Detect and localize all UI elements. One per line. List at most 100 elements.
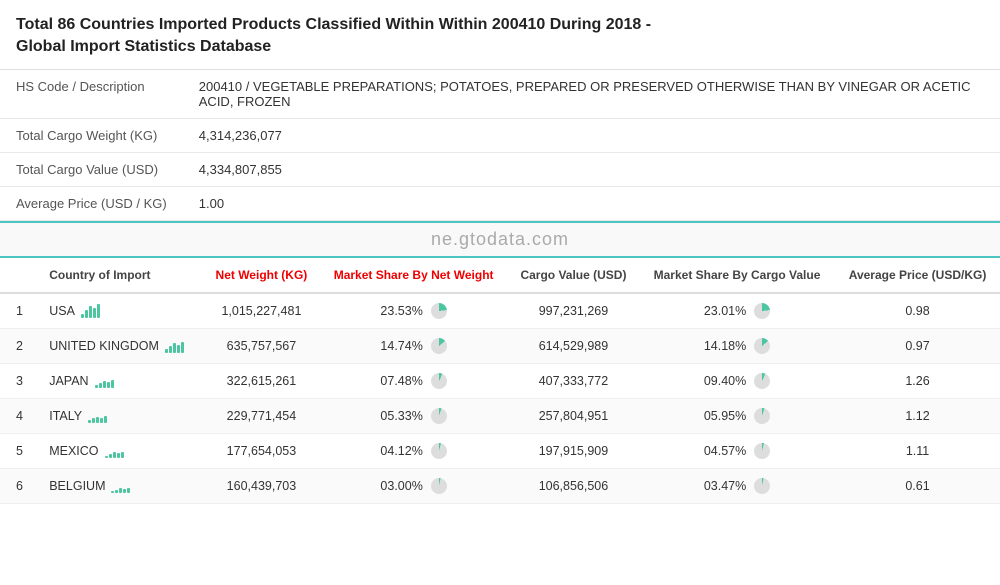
info-row: Total Cargo Value (USD) 4,334,807,855 [0,152,1000,186]
table-row: 4 ITALY 229,771,454 05.33% 257,804,951 0… [0,398,1000,433]
col-header-1: Country of Import [33,258,203,293]
pie-chart-weight-icon[interactable] [431,373,447,389]
page-header: Total 86 Countries Imported Products Cla… [0,0,1000,70]
bar-chart-icon[interactable] [95,374,114,388]
market-share-weight: 04.12% [319,433,508,468]
pie-chart-cargo-icon[interactable] [754,478,770,494]
net-weight: 635,757,567 [204,328,320,363]
market-share-cargo-value: 23.01% [704,304,746,318]
col-header-3: Market Share By Net Weight [319,258,508,293]
info-value: 4,314,236,077 [183,118,1000,152]
bar-chart-icon[interactable] [105,444,124,458]
data-section: Country of ImportNet Weight (KG)Market S… [0,258,1000,504]
country-label: ITALY [49,409,82,423]
pie-chart-weight-icon[interactable] [431,303,447,319]
info-value: 4,334,807,855 [183,152,1000,186]
pie-chart-weight-icon[interactable] [431,408,447,424]
row-number: 3 [0,363,33,398]
table-row: 5 MEXICO 177,654,053 04.12% 197,915,909 … [0,433,1000,468]
bar-chart-icon[interactable] [111,479,130,493]
pie-chart-cargo-icon[interactable] [754,443,770,459]
avg-price: 1.26 [835,363,1000,398]
market-share-cargo-value: 09.40% [704,374,746,388]
pie-chart-cargo-icon[interactable] [754,373,770,389]
col-header-4: Cargo Value (USD) [508,258,639,293]
market-share-weight-value: 23.53% [380,304,422,318]
col-header-0 [0,258,33,293]
row-number: 5 [0,433,33,468]
table-row: 3 JAPAN 322,615,261 07.48% 407,333,772 0… [0,363,1000,398]
bar-chart-icon[interactable] [165,339,184,353]
info-label: Total Cargo Weight (KG) [0,118,183,152]
market-share-cargo-value: 14.18% [704,339,746,353]
cargo-value: 997,231,269 [508,293,639,329]
pie-chart-cargo-icon[interactable] [754,408,770,424]
info-row: Average Price (USD / KG) 1.00 [0,186,1000,220]
market-share-cargo-value: 05.95% [704,409,746,423]
info-row: HS Code / Description 200410 / VEGETABLE… [0,70,1000,119]
pie-chart-weight-icon[interactable] [431,478,447,494]
table-row: 2 UNITED KINGDOM 635,757,567 14.74% 614,… [0,328,1000,363]
country-label: JAPAN [49,374,88,388]
info-value: 1.00 [183,186,1000,220]
country-name: UNITED KINGDOM [33,328,203,363]
market-share-cargo: 04.57% [639,433,835,468]
market-share-weight-value: 05.33% [380,409,422,423]
market-share-cargo-value: 04.57% [704,444,746,458]
pie-chart-weight-icon[interactable] [431,338,447,354]
country-name: USA [33,293,203,329]
avg-price: 1.12 [835,398,1000,433]
market-share-weight-value: 14.74% [380,339,422,353]
bar-chart-icon[interactable] [81,304,100,318]
market-share-weight: 14.74% [319,328,508,363]
market-share-cargo: 14.18% [639,328,835,363]
net-weight: 1,015,227,481 [204,293,320,329]
pie-chart-cargo-icon[interactable] [754,338,770,354]
title-text: Total 86 Countries Imported Products Cla… [16,16,641,33]
net-weight: 229,771,454 [204,398,320,433]
title-dash: - [641,16,651,33]
bar-chart-icon[interactable] [88,409,107,423]
page-title: Total 86 Countries Imported Products Cla… [16,14,984,59]
cargo-value: 257,804,951 [508,398,639,433]
watermark: ne.gtodata.com [0,221,1000,258]
pie-chart-weight-icon[interactable] [431,443,447,459]
market-share-cargo: 23.01% [639,293,835,329]
country-name: ITALY [33,398,203,433]
market-share-weight-value: 07.48% [380,374,422,388]
country-label: MEXICO [49,444,98,458]
country-label: UNITED KINGDOM [49,339,159,353]
title-subtitle: Global Import Statistics Database [16,38,271,55]
row-number: 4 [0,398,33,433]
market-share-cargo: 09.40% [639,363,835,398]
col-header-5: Market Share By Cargo Value [639,258,835,293]
country-name: BELGIUM [33,468,203,503]
info-value: 200410 / VEGETABLE PREPARATIONS; POTATOE… [183,70,1000,119]
pie-chart-cargo-icon[interactable] [754,303,770,319]
market-share-weight: 23.53% [319,293,508,329]
market-share-weight: 05.33% [319,398,508,433]
info-row: Total Cargo Weight (KG) 4,314,236,077 [0,118,1000,152]
net-weight: 160,439,703 [204,468,320,503]
info-label: Total Cargo Value (USD) [0,152,183,186]
cargo-value: 106,856,506 [508,468,639,503]
avg-price: 0.98 [835,293,1000,329]
market-share-weight-value: 04.12% [380,444,422,458]
market-share-cargo: 03.47% [639,468,835,503]
cargo-value: 197,915,909 [508,433,639,468]
info-table: HS Code / Description 200410 / VEGETABLE… [0,70,1000,221]
net-weight: 322,615,261 [204,363,320,398]
country-name: JAPAN [33,363,203,398]
country-label: USA [49,304,75,318]
cargo-value: 614,529,989 [508,328,639,363]
row-number: 6 [0,468,33,503]
table-row: 1 USA 1,015,227,481 23.53% 997,231,269 2… [0,293,1000,329]
info-label: HS Code / Description [0,70,183,119]
market-share-weight: 03.00% [319,468,508,503]
col-header-6: Average Price (USD/KG) [835,258,1000,293]
avg-price: 1.11 [835,433,1000,468]
country-name: MEXICO [33,433,203,468]
main-table: Country of ImportNet Weight (KG)Market S… [0,258,1000,504]
col-header-2: Net Weight (KG) [204,258,320,293]
market-share-weight: 07.48% [319,363,508,398]
